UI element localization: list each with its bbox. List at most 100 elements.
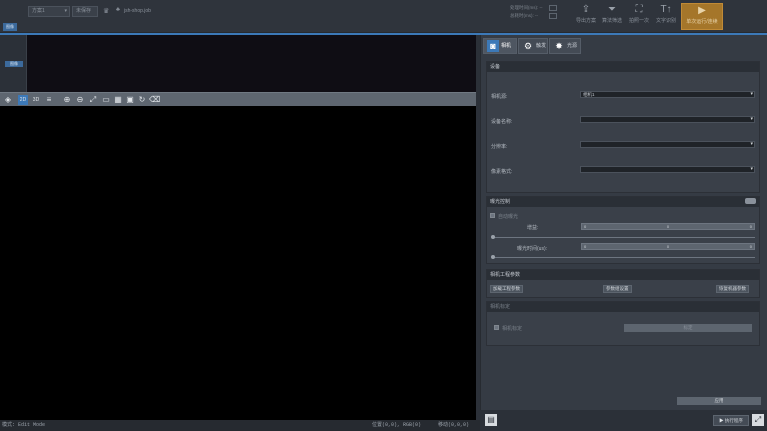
gain-slider-handle[interactable] [491,235,495,239]
zoom-out-icon[interactable]: ⊖ [75,95,85,105]
calibration-label: 相机标定 [502,326,523,332]
calibrate-button[interactable]: 标定 [624,324,752,332]
gain-label: 增益: [527,225,539,231]
list-icon[interactable]: ≡ [44,95,54,105]
gain-max: 0 [749,224,752,229]
run-button[interactable]: ▶ 单次运行/连续 [681,3,723,30]
image-tab[interactable]: 图像 [3,23,17,31]
run-button-label: 单次运行/连续 [686,19,718,25]
chevron-down-icon: ▾ [750,166,753,172]
chevron-down-icon: ▾ [750,91,753,97]
job-name-label: jsh-shop.job [124,8,151,14]
process-time-checkbox[interactable] [549,5,557,11]
tab-trigger[interactable]: ⚙ 触发 [518,38,548,54]
gain-value: 0 [666,224,670,229]
filter-icon: ⏷ [608,4,616,15]
params-section-title: 相机工程参数 [487,270,759,280]
scheme-select[interactable]: 方案1 ▾ [28,6,70,17]
exposure-toggle[interactable] [745,198,756,204]
auto-exposure-label: 自动曝光 [498,214,519,220]
preview-panel [27,35,476,92]
text-recognition-button[interactable]: T↑ 文字识别 [652,3,680,30]
device-section: 设备 [486,61,760,193]
camera-source-value: 相机1 [583,92,595,97]
top-toolbar: 方案1 ▾ 未保存 ♛ ♣ jsh-shop.job 处理时间(ms): -- … [0,0,767,33]
tab-trigger-label: 触发 [536,43,547,49]
pixel-format-select[interactable]: ▾ [580,166,755,173]
device-name-label: 设备名称: [491,119,513,125]
exposure-slider-handle[interactable] [491,255,495,259]
fit-window-icon[interactable]: ⤢ [88,95,98,105]
exposure-max: 0 [749,244,752,249]
apply-button[interactable]: 应用 [677,397,761,405]
text-recognition-button-label: 文字识别 [655,18,676,24]
play-icon: ▶ [719,418,724,423]
save-icon[interactable]: ♛ [103,7,109,15]
auto-exposure-checkbox[interactable] [490,213,495,218]
execute-button[interactable]: ▶ 执行程序 [713,415,749,426]
text-icon: T↑ [660,4,672,15]
3d-view-icon[interactable]: 3D [31,95,41,105]
exposure-value: 0 [666,244,670,249]
device-name-select[interactable]: ▾ [580,116,755,123]
image-viewer[interactable] [0,106,476,420]
zoom-in-icon[interactable]: ⊕ [62,95,72,105]
camera-source-label: 相机源: [491,94,508,100]
grid-icon[interactable]: ▦ [113,95,123,105]
camera-source-select[interactable]: 相机1 ▾ [580,91,755,98]
resolution-label: 分辨率: [491,144,508,150]
pixel-format-label: 像素格式: [491,169,513,175]
camera-icon: ◙ [487,40,499,52]
trigger-icon: ⚙ [523,41,533,51]
process-time-label: 处理时间(ms): -- [510,5,543,10]
document-icon[interactable]: ▤ [485,414,497,426]
export-button-label: 导出方案 [575,18,596,24]
thumbnail-item[interactable]: 图像 [5,61,23,67]
restore-params-button[interactable]: 恢复机器参数 [716,285,749,293]
calibration-section-title: 相机标定 [487,302,759,312]
chevron-down-icon: ▾ [64,8,67,14]
calibration-checkbox[interactable] [494,325,499,330]
tab-light[interactable]: ✸ 光源 [549,38,581,54]
device-section-title: 设备 [487,62,759,72]
rotate-icon[interactable]: ↻ [137,95,147,105]
execute-button-label: 执行程序 [724,418,743,423]
mode-status: 模式: Edit Mode [2,422,46,428]
chevron-down-icon: ▾ [750,141,753,147]
image-icon[interactable]: ▣ [125,95,135,105]
exposure-time-input[interactable]: 0 0 0 [581,243,755,250]
chevron-down-icon: ▾ [750,116,753,122]
exposure-slider[interactable] [492,257,755,258]
gain-slider[interactable] [492,237,755,238]
capture-button-label: 拍照一次 [628,18,649,24]
params-section: 相机工程参数 [486,269,760,298]
gain-input[interactable]: 0 0 0 [581,223,755,230]
total-time-label: 总耗时(ms): -- [510,13,538,18]
offset-status: 移动(0,0,0) [438,422,470,428]
file-status-label: 未保存 [76,8,92,14]
user-icon: ♣ [116,7,120,13]
total-time-checkbox[interactable] [549,13,557,19]
frame-icon[interactable]: ▭ [101,95,111,105]
gain-min: 0 [584,224,587,229]
file-status-field[interactable]: 未保存 [72,6,98,17]
2d-view-icon[interactable]: 2D [18,95,28,105]
scheme-select-value: 方案1 [32,8,45,14]
exposure-time-label: 曝光时间(us): [517,246,548,252]
tab-camera[interactable]: ◙ 相机 [483,38,517,54]
tab-light-label: 光源 [567,43,578,49]
export-button[interactable]: ⇪ 导出方案 [572,3,600,30]
run-icon: ▶ [698,5,706,16]
expand-icon[interactable]: ⤢ [752,414,764,426]
layers-icon[interactable]: ◈ [3,95,13,105]
eraser-icon[interactable]: ⌫ [149,95,160,105]
load-params-button[interactable]: 加载工程参数 [490,285,523,293]
exposure-section-title: 曝光控制 [487,197,759,207]
capture-icon: ⛶ [635,4,643,15]
capture-button[interactable]: ⛶ 拍照一次 [625,3,653,30]
export-icon: ⇪ [581,4,591,15]
param-group-button[interactable]: 参数组设置 [603,285,632,293]
resolution-select[interactable]: ▾ [580,141,755,148]
light-icon: ✸ [555,41,563,51]
filter-button[interactable]: ⏷ 算法筛选 [598,3,626,30]
